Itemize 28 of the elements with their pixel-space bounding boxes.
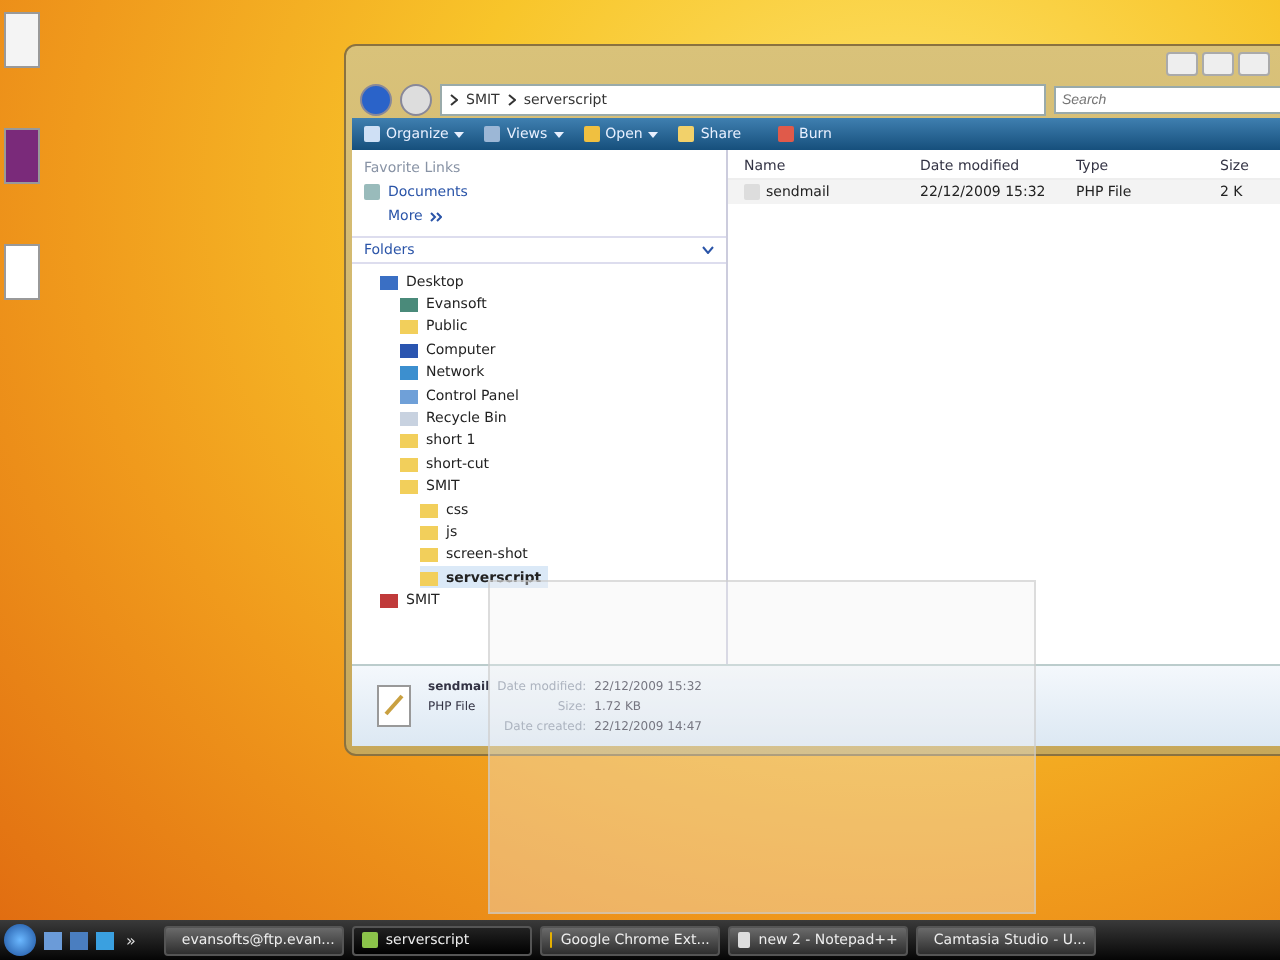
app-icon <box>737 932 751 948</box>
toolbar-icon <box>678 126 695 142</box>
start-button[interactable] <box>4 924 36 956</box>
minimize-button[interactable] <box>1166 52 1198 76</box>
window-icon[interactable] <box>70 931 88 949</box>
chevron-icon <box>450 94 458 106</box>
toolbar-icon <box>484 126 501 142</box>
toolbar-icon <box>777 126 794 142</box>
document-icon[interactable] <box>4 12 40 68</box>
chevron-icon <box>702 246 714 254</box>
toolbar-icon <box>364 126 380 142</box>
browser-icon[interactable] <box>96 931 114 949</box>
maximize-button[interactable] <box>1202 52 1234 76</box>
app-icon <box>361 932 378 948</box>
toolbar-icon <box>583 126 600 142</box>
chevron-icon <box>507 94 516 106</box>
document-icon <box>364 184 380 200</box>
double-chevron-icon <box>430 211 443 221</box>
document-icon[interactable] <box>4 244 40 300</box>
item-icon <box>380 592 398 609</box>
back-button[interactable] <box>360 84 392 116</box>
file-icon <box>376 684 412 728</box>
forward-button[interactable] <box>400 84 432 116</box>
close-button[interactable] <box>1238 52 1270 76</box>
desktop-icon[interactable] <box>44 931 62 949</box>
more-icon[interactable]: » <box>126 931 136 949</box>
archive-icon[interactable] <box>4 128 40 184</box>
folder-icon <box>400 318 418 335</box>
